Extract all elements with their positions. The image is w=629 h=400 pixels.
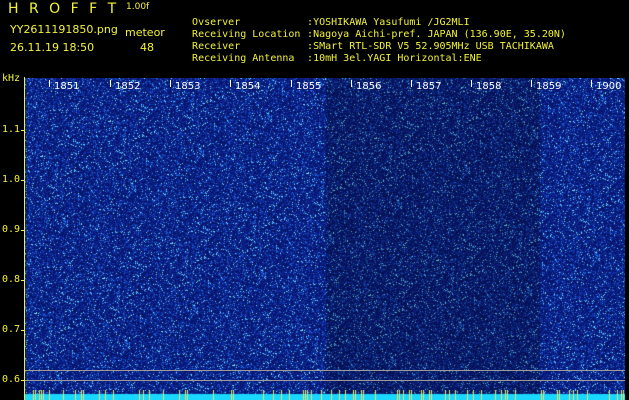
- time-tick: [110, 80, 111, 87]
- time-tick: [471, 80, 472, 87]
- reference-line: [25, 380, 625, 381]
- y-tick-label: 0.8: [2, 274, 21, 285]
- time-label: 1857: [416, 81, 442, 92]
- spectrogram-canvas: [25, 78, 625, 400]
- time-label: 1900: [596, 81, 622, 92]
- time-tick: [531, 80, 532, 87]
- y-tick-label: 0.9: [2, 224, 21, 235]
- info-key: Receiving Antenna: [192, 53, 295, 64]
- timestamp: 26.11.19 18:50: [10, 41, 95, 54]
- time-tick: [170, 80, 171, 87]
- bottom-band: [25, 390, 625, 400]
- y-tick-label: 0.7: [2, 324, 21, 335]
- time-tick: [49, 80, 50, 87]
- time-label: 1851: [54, 81, 80, 92]
- time-label: 1858: [476, 81, 502, 92]
- info-value: :10mH 3el.YAGI Horizontal:ENE: [307, 53, 482, 64]
- spectrogram: [25, 78, 625, 400]
- time-label: 1853: [175, 81, 201, 92]
- time-label: 1854: [235, 81, 261, 92]
- axis-unit-label: kHz: [2, 73, 21, 84]
- time-tick: [591, 80, 592, 87]
- app-version: 1.00f: [126, 2, 150, 12]
- time-label: 1852: [115, 81, 141, 92]
- time-tick: [351, 80, 352, 87]
- app-logo: H R O F F T: [8, 1, 120, 17]
- file-name: YY2611191850.png: [10, 23, 118, 36]
- y-tick-label: 1.0: [2, 174, 21, 185]
- time-tick: [230, 80, 231, 87]
- reference-line: [25, 370, 625, 371]
- time-tick: [411, 80, 412, 87]
- time-label: 1855: [296, 81, 322, 92]
- meteor-count: 48: [140, 41, 154, 54]
- time-label: 1859: [536, 81, 562, 92]
- time-tick: [291, 80, 292, 87]
- time-label: 1856: [356, 81, 382, 92]
- y-tick-label: 0.6: [2, 374, 21, 385]
- y-tick-label: 1.1: [2, 124, 21, 135]
- meteor-label: meteor: [125, 26, 165, 39]
- info-row-antenna: Receiving Antenna :10mH 3el.YAGI Horizont…: [180, 42, 482, 64]
